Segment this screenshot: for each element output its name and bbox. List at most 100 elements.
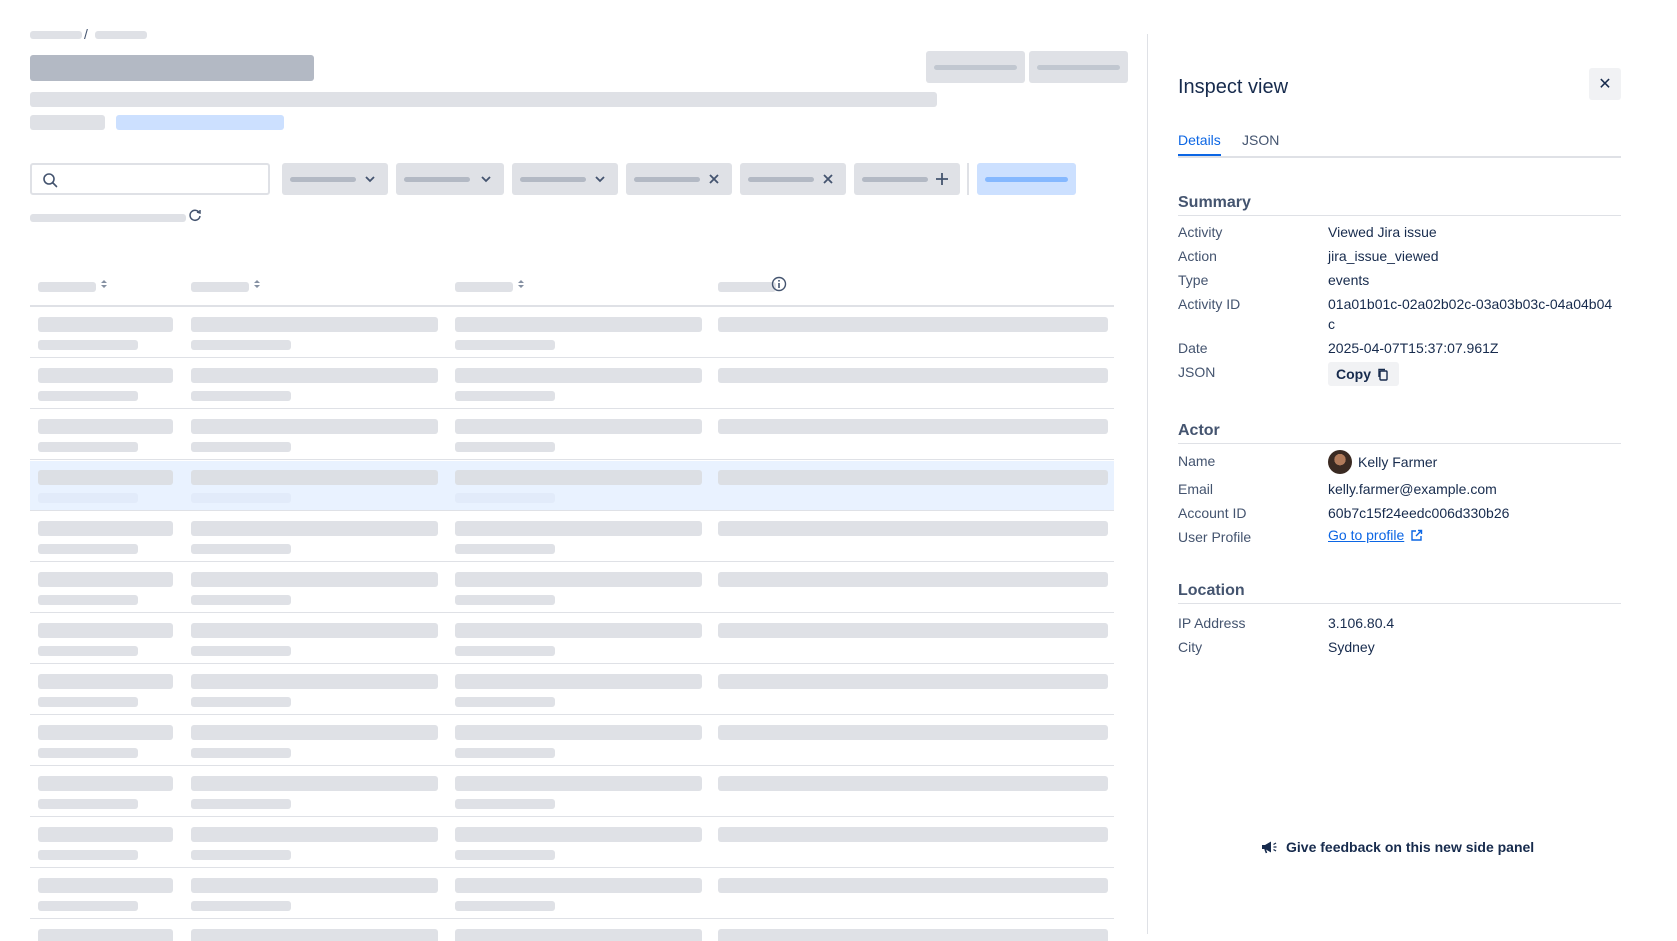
close-panel-button[interactable]: ✕: [1589, 68, 1621, 100]
column-header-skeleton-2[interactable]: [191, 282, 249, 292]
cell-skeleton: [191, 419, 438, 434]
table-row[interactable]: [30, 869, 1114, 919]
inspect-side-panel: Inspect view ✕ Details JSON Summary Acti…: [1147, 34, 1677, 934]
sort-icon[interactable]: [517, 278, 525, 290]
cell-skeleton: [455, 368, 702, 383]
sort-icon[interactable]: [253, 278, 261, 290]
cell-skeleton: [38, 470, 173, 485]
copy-label: Copy: [1336, 366, 1371, 382]
cell-skeleton: [191, 674, 438, 689]
activity-label: Activity: [1178, 224, 1223, 240]
filter-chip-2[interactable]: [740, 163, 846, 195]
search-field[interactable]: [30, 163, 270, 195]
cell-skeleton: [38, 827, 173, 842]
cell-skeleton: [38, 776, 173, 791]
column-header-skeleton-3[interactable]: [455, 282, 513, 292]
cell-subtext-skeleton: [191, 646, 291, 656]
table-row[interactable]: [30, 767, 1114, 817]
cell-skeleton: [718, 725, 1108, 740]
cell-skeleton: [718, 674, 1108, 689]
cell-subtext-skeleton: [38, 799, 138, 809]
cell-skeleton: [38, 317, 173, 332]
cell-skeleton: [455, 470, 702, 485]
table-row[interactable]: [30, 563, 1114, 613]
add-filter-button[interactable]: [854, 163, 960, 195]
cell-subtext-skeleton: [455, 340, 555, 350]
go-to-profile-link[interactable]: Go to profile: [1328, 527, 1423, 543]
cell-skeleton: [191, 521, 438, 536]
table-row[interactable]: [30, 359, 1114, 409]
table-row[interactable]: [30, 410, 1114, 460]
panel-tabs: Details JSON: [1178, 132, 1621, 158]
table-row[interactable]: [30, 614, 1114, 664]
filter-divider: [967, 163, 969, 195]
cell-skeleton: [455, 521, 702, 536]
activity-id-value: 01a01b01c-02a02b02c-03a03b03c-04a04b04c: [1328, 296, 1613, 332]
table-row[interactable]: [30, 716, 1114, 766]
table-row[interactable]: [30, 818, 1114, 868]
cell-subtext-skeleton: [38, 442, 138, 452]
cell-subtext-skeleton: [38, 901, 138, 911]
cell-skeleton: [455, 419, 702, 434]
city-label: City: [1178, 639, 1203, 655]
summary-heading: Summary: [1178, 194, 1251, 211]
cell-skeleton: [455, 725, 702, 740]
header-button-skeleton-2[interactable]: [1029, 51, 1128, 83]
filter-dropdown-2[interactable]: [396, 163, 504, 195]
description-skeleton: [30, 92, 937, 107]
cell-subtext-skeleton: [455, 646, 555, 656]
info-icon[interactable]: [771, 276, 787, 292]
close-icon: ✕: [1598, 74, 1612, 93]
cell-skeleton: [191, 776, 438, 791]
type-label: Type: [1178, 272, 1209, 288]
cell-subtext-skeleton: [38, 595, 138, 605]
clear-filter-icon[interactable]: [704, 169, 724, 189]
sort-icon[interactable]: [100, 278, 108, 290]
user-profile-label: User Profile: [1178, 529, 1252, 545]
table-header-divider: [30, 305, 1114, 307]
table-row[interactable]: [30, 461, 1114, 511]
ip-address-label: IP Address: [1178, 615, 1246, 631]
copy-json-button[interactable]: Copy: [1328, 362, 1399, 386]
filter-dropdown-3[interactable]: [512, 163, 618, 195]
tab-json[interactable]: JSON: [1242, 132, 1279, 154]
cell-subtext-skeleton: [38, 646, 138, 656]
filter-chip-1[interactable]: [626, 163, 732, 195]
clear-filter-icon[interactable]: [818, 169, 838, 189]
action-value: jira_issue_viewed: [1328, 248, 1439, 264]
feedback-link[interactable]: Give feedback on this new side panel: [1260, 839, 1534, 855]
column-header-skeleton-1[interactable]: [38, 282, 96, 292]
actor-divider: [1178, 443, 1621, 444]
ip-address-value: 3.106.80.4: [1328, 615, 1395, 631]
cell-subtext-skeleton: [191, 901, 291, 911]
cell-subtext-skeleton: [191, 391, 291, 401]
json-label: JSON: [1178, 364, 1216, 380]
activity-id-label: Activity ID: [1178, 296, 1241, 312]
cell-skeleton: [718, 623, 1108, 638]
chevron-down-icon: [360, 169, 380, 189]
search-input[interactable]: [64, 167, 264, 191]
filter-dropdown-1[interactable]: [282, 163, 388, 195]
cell-skeleton: [455, 827, 702, 842]
main-content: /: [0, 0, 1148, 941]
table-row[interactable]: [30, 920, 1114, 941]
table-row[interactable]: [30, 512, 1114, 562]
actor-heading: Actor: [1178, 422, 1220, 439]
email-label: Email: [1178, 481, 1214, 497]
name-value: Kelly Farmer: [1358, 454, 1438, 470]
tab-details[interactable]: Details: [1178, 132, 1221, 156]
cell-skeleton: [718, 776, 1108, 791]
type-value: events: [1328, 272, 1370, 288]
city-value: Sydney: [1328, 639, 1375, 655]
profile-link-text: Go to profile: [1328, 527, 1405, 543]
refresh-icon[interactable]: [188, 208, 202, 222]
header-button-skeleton-1[interactable]: [926, 51, 1025, 83]
cell-subtext-skeleton: [191, 850, 291, 860]
table-row[interactable]: [30, 308, 1114, 358]
apply-button-skeleton[interactable]: [977, 163, 1076, 195]
cell-skeleton: [191, 929, 438, 941]
megaphone-icon: [1262, 841, 1277, 854]
table-row[interactable]: [30, 665, 1114, 715]
panel-title: Inspect view: [1178, 76, 1289, 98]
location-heading: Location: [1178, 582, 1245, 599]
